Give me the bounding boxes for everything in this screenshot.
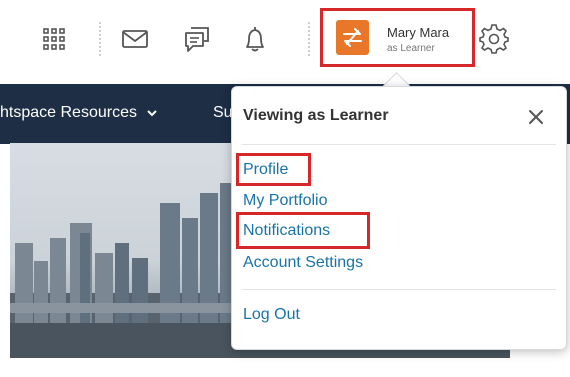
user-role: as Learner: [387, 43, 435, 54]
user-name: Mary Mara: [387, 25, 450, 40]
avatar: [336, 20, 369, 55]
user-dropdown-menu: Viewing as Learner Profile My Portfolio …: [231, 86, 567, 350]
bell-icon[interactable]: [238, 22, 272, 56]
user-menu-button[interactable]: Mary Mara as Learner: [320, 8, 475, 67]
nav-item-resources[interactable]: htspace Resources: [0, 104, 158, 122]
mail-icon[interactable]: [118, 22, 152, 56]
apps-grid-icon[interactable]: [37, 22, 71, 56]
chat-icon[interactable]: [180, 22, 214, 56]
chevron-down-icon: [147, 104, 158, 122]
menu-item-notifications[interactable]: Notifications: [243, 222, 330, 240]
dropdown-divider: [242, 144, 556, 145]
swap-icon: [343, 28, 362, 47]
dropdown-title: Viewing as Learner: [243, 107, 389, 124]
nav-item-label: htspace Resources: [0, 104, 137, 122]
nav-item-su[interactable]: Su: [213, 104, 233, 122]
dropdown-divider: [242, 289, 556, 290]
gear-icon[interactable]: [477, 22, 511, 56]
topbar-divider: [99, 22, 103, 56]
menu-item-my-portfolio[interactable]: My Portfolio: [243, 192, 327, 210]
menu-item-log-out[interactable]: Log Out: [243, 306, 300, 324]
menu-item-profile[interactable]: Profile: [243, 161, 288, 179]
menu-item-account-settings[interactable]: Account Settings: [243, 254, 363, 272]
close-icon[interactable]: [524, 105, 548, 129]
topbar-divider: [308, 22, 312, 56]
